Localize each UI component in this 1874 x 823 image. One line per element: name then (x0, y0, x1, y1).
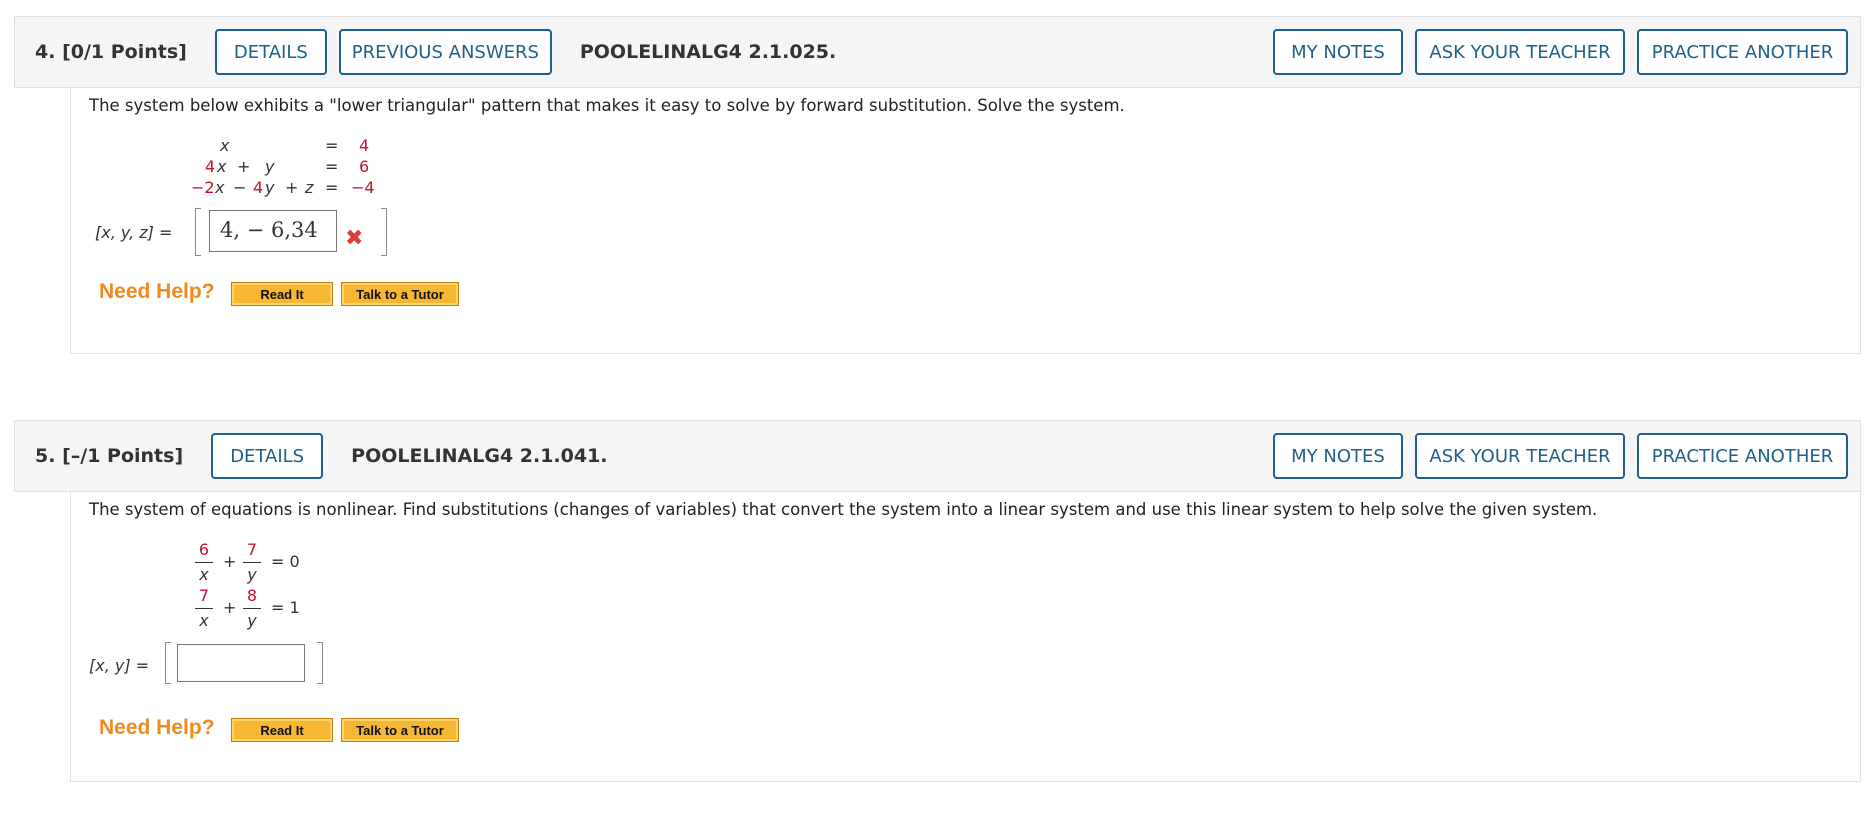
eq-coef: −2 (191, 178, 215, 197)
eq-op: + (285, 178, 299, 197)
answer-input[interactable] (177, 644, 305, 682)
eq-op: + (237, 157, 251, 176)
eq-term: z (305, 178, 314, 197)
question-4-header: 4. [0/1 Points] DETAILS PREVIOUS ANSWERS… (14, 16, 1861, 88)
fraction: 7y (243, 540, 261, 585)
right-bracket (317, 642, 323, 684)
question-5-code: POOLELINALG4 2.1.041. (351, 445, 608, 467)
eq-op: + (223, 552, 237, 571)
fraction: 7x (195, 586, 213, 631)
eq-coef: 4 (205, 157, 216, 176)
question-5-body: The system of equations is nonlinear. Fi… (70, 492, 1861, 782)
left-bracket (165, 642, 171, 684)
ask-your-teacher-button[interactable]: ASK YOUR TEACHER (1415, 29, 1625, 75)
ask-your-teacher-button[interactable]: ASK YOUR TEACHER (1415, 433, 1625, 479)
question-5-prompt: The system of equations is nonlinear. Fi… (89, 500, 1598, 519)
eq-rhs: = 1 (271, 598, 300, 617)
answer-label: [x, y, z] = (95, 223, 173, 242)
fraction: 8y (243, 586, 261, 631)
previous-answers-button[interactable]: PREVIOUS ANSWERS (338, 29, 552, 75)
my-notes-button[interactable]: MY NOTES (1273, 29, 1403, 75)
question-5-points: 5. [–/1 Points] (35, 445, 184, 467)
question-5: 5. [–/1 Points] DETAILS POOLELINALG4 2.1… (14, 420, 1861, 782)
eq-equals: = (325, 178, 339, 197)
eq-term: y (265, 157, 275, 176)
eq-coef: 4 (253, 178, 264, 197)
eq-op: − (233, 178, 247, 197)
answer-input[interactable]: 4, − 6,34 (209, 210, 337, 252)
practice-another-button[interactable]: PRACTICE ANOTHER (1637, 29, 1848, 75)
eq-term: x (217, 157, 227, 176)
eq-rhs: −4 (351, 178, 375, 197)
eq-term: x (220, 136, 230, 155)
x-mark-icon: ✖ (345, 226, 364, 251)
eq-rhs: 6 (359, 157, 370, 176)
answer-label: [x, y] = (89, 656, 150, 675)
question-4-actions: MY NOTES ASK YOUR TEACHER PRACTICE ANOTH… (1261, 29, 1848, 75)
question-4-code: POOLELINALG4 2.1.025. (579, 41, 837, 63)
need-help-label: Need Help? (99, 280, 215, 303)
practice-another-button[interactable]: PRACTICE ANOTHER (1637, 433, 1848, 479)
fraction: 6x (195, 540, 213, 585)
read-it-button[interactable]: Read It (231, 718, 333, 742)
eq-term: y (265, 178, 275, 197)
question-4-body: The system below exhibits a "lower trian… (70, 88, 1861, 354)
question-4-prompt: The system below exhibits a "lower trian… (89, 96, 1125, 115)
answer-value: 4, − 6,34 (220, 218, 318, 242)
talk-to-tutor-button[interactable]: Talk to a Tutor (341, 282, 459, 306)
talk-to-tutor-button[interactable]: Talk to a Tutor (341, 718, 459, 742)
eq-term: x (215, 178, 225, 197)
right-bracket (381, 208, 387, 256)
details-button[interactable]: DETAILS (211, 433, 324, 479)
question-4-points: 4. [0/1 Points] (35, 41, 187, 63)
eq-equals: = (325, 136, 339, 155)
eq-rhs: = 0 (271, 552, 300, 571)
eq-equals: = (325, 157, 339, 176)
question-5-header: 5. [–/1 Points] DETAILS POOLELINALG4 2.1… (14, 420, 1861, 492)
need-help-label: Need Help? (99, 716, 215, 739)
eq-rhs: 4 (359, 136, 370, 155)
read-it-button[interactable]: Read It (231, 282, 333, 306)
left-bracket (195, 208, 201, 256)
eq-op: + (223, 598, 237, 617)
question-5-actions: MY NOTES ASK YOUR TEACHER PRACTICE ANOTH… (1261, 433, 1848, 479)
my-notes-button[interactable]: MY NOTES (1273, 433, 1403, 479)
details-button[interactable]: DETAILS (214, 29, 327, 75)
question-4: 4. [0/1 Points] DETAILS PREVIOUS ANSWERS… (14, 16, 1861, 354)
